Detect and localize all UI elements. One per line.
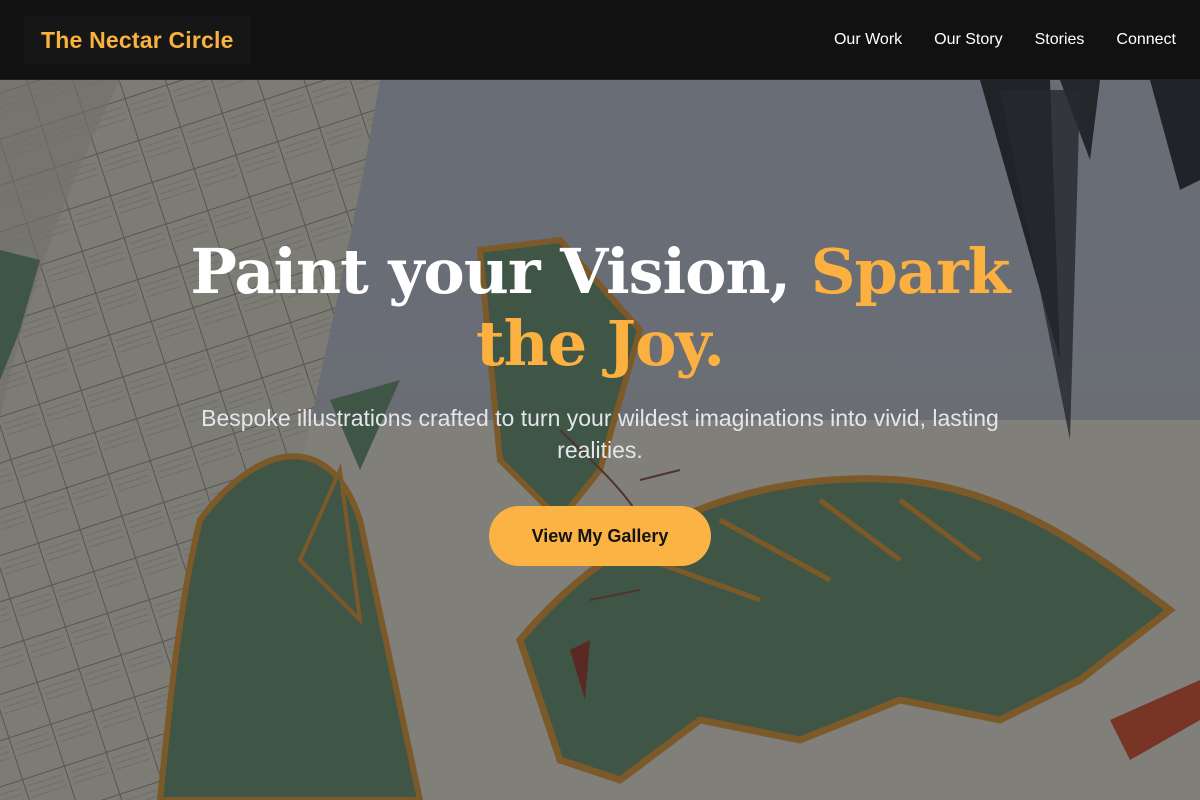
headline-main: Paint your Vision, [190, 235, 811, 308]
view-gallery-button[interactable]: View My Gallery [489, 506, 711, 566]
nav-link-our-work[interactable]: Our Work [834, 31, 902, 49]
nav-link-connect[interactable]: Connect [1116, 31, 1176, 49]
landing-page: The Nectar Circle Our Work Our Story Sto… [0, 0, 1200, 800]
hero-section: Paint your Vision, Spark the Joy. Bespok… [0, 80, 1200, 800]
nav-link-stories[interactable]: Stories [1035, 31, 1085, 49]
brand-logo[interactable]: The Nectar Circle [24, 16, 251, 64]
hero-headline: Paint your Vision, Spark the Joy. [150, 236, 1050, 380]
hero-tagline: Bespoke illustrations crafted to turn yo… [201, 405, 999, 463]
top-navbar: The Nectar Circle Our Work Our Story Sto… [0, 0, 1200, 80]
nav-links: Our Work Our Story Stories Connect [834, 0, 1176, 80]
nav-link-our-story[interactable]: Our Story [934, 31, 1002, 49]
